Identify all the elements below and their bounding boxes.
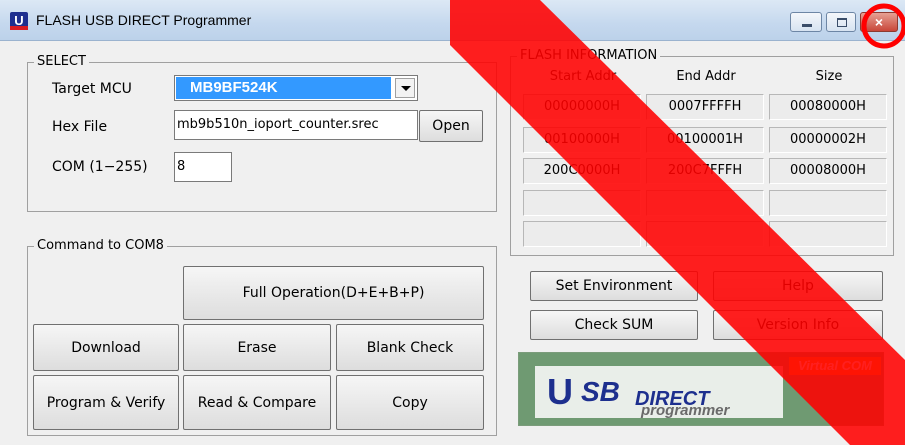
blank-check-button[interactable]: Blank Check (336, 324, 484, 371)
erase-button[interactable]: Erase (183, 324, 331, 371)
hex-file-field[interactable]: mb9b510n_ioport_counter.srec (174, 110, 418, 140)
maximize-icon[interactable] (826, 12, 856, 32)
target-mcu-value: MB9BF524K (176, 77, 391, 99)
chevron-down-icon[interactable] (395, 78, 415, 98)
com-field[interactable]: 8 (174, 152, 232, 182)
version-info-button[interactable]: Version Info (713, 310, 883, 340)
table-cell: 00008000H (769, 158, 887, 184)
help-button[interactable]: Help (713, 271, 883, 301)
target-mcu-label: Target MCU (52, 81, 132, 97)
hex-file-label: Hex File (52, 119, 108, 135)
table-cell: 200C7FFFH (646, 158, 764, 184)
flash-info-title: FLASH INFORMATION (517, 48, 661, 64)
logo-programmer: programmer (641, 402, 730, 419)
table-cell: 00080000H (769, 94, 887, 120)
table-cell: 00100001H (646, 127, 764, 153)
app-icon: U (10, 12, 28, 30)
programmer-window: U FLASH USB DIRECT Programmer × SELECT T… (0, 0, 905, 445)
check-sum-button[interactable]: Check SUM (530, 310, 698, 340)
set-environment-button[interactable]: Set Environment (530, 271, 698, 301)
command-group-title: Command to COM8 (34, 238, 167, 254)
title-bar[interactable]: U FLASH USB DIRECT Programmer × (0, 0, 905, 41)
logo-panel: U SB DIRECT programmer (535, 366, 783, 419)
table-cell (769, 221, 887, 247)
full-operation-button[interactable]: Full Operation(D+E+B+P) (183, 266, 484, 320)
select-group-title: SELECT (34, 54, 89, 70)
logo-u: U (547, 371, 573, 412)
virtual-com-badge: Virtual COM (789, 357, 881, 375)
table-cell (646, 190, 764, 216)
open-button[interactable]: Open (419, 110, 483, 142)
download-button[interactable]: Download (33, 324, 179, 371)
table-cell (646, 221, 764, 247)
start-addr-header: Start Addr (549, 69, 617, 84)
end-addr-header: End Addr (676, 69, 736, 84)
close-icon[interactable]: × (860, 12, 898, 32)
table-cell (523, 190, 641, 216)
table-cell (523, 221, 641, 247)
read-compare-button[interactable]: Read & Compare (183, 375, 331, 430)
logo-sb: SB (581, 376, 620, 407)
window-title: FLASH USB DIRECT Programmer (36, 12, 252, 28)
copy-button[interactable]: Copy (336, 375, 484, 430)
com-label: COM (1−255) (52, 159, 148, 175)
table-cell: 00000002H (769, 127, 887, 153)
table-cell: 0007FFFFH (646, 94, 764, 120)
target-mcu-select[interactable]: MB9BF524K (174, 75, 418, 101)
program-verify-button[interactable]: Program & Verify (33, 375, 179, 430)
table-cell: 00100000H (523, 127, 641, 153)
table-cell: 00000000H (523, 94, 641, 120)
table-cell: 200C0000H (523, 158, 641, 184)
usb-direct-logo: Virtual COM U SB DIRECT programmer (518, 352, 884, 426)
minimize-icon[interactable] (790, 12, 822, 32)
table-cell (769, 190, 887, 216)
size-header: Size (815, 69, 843, 84)
